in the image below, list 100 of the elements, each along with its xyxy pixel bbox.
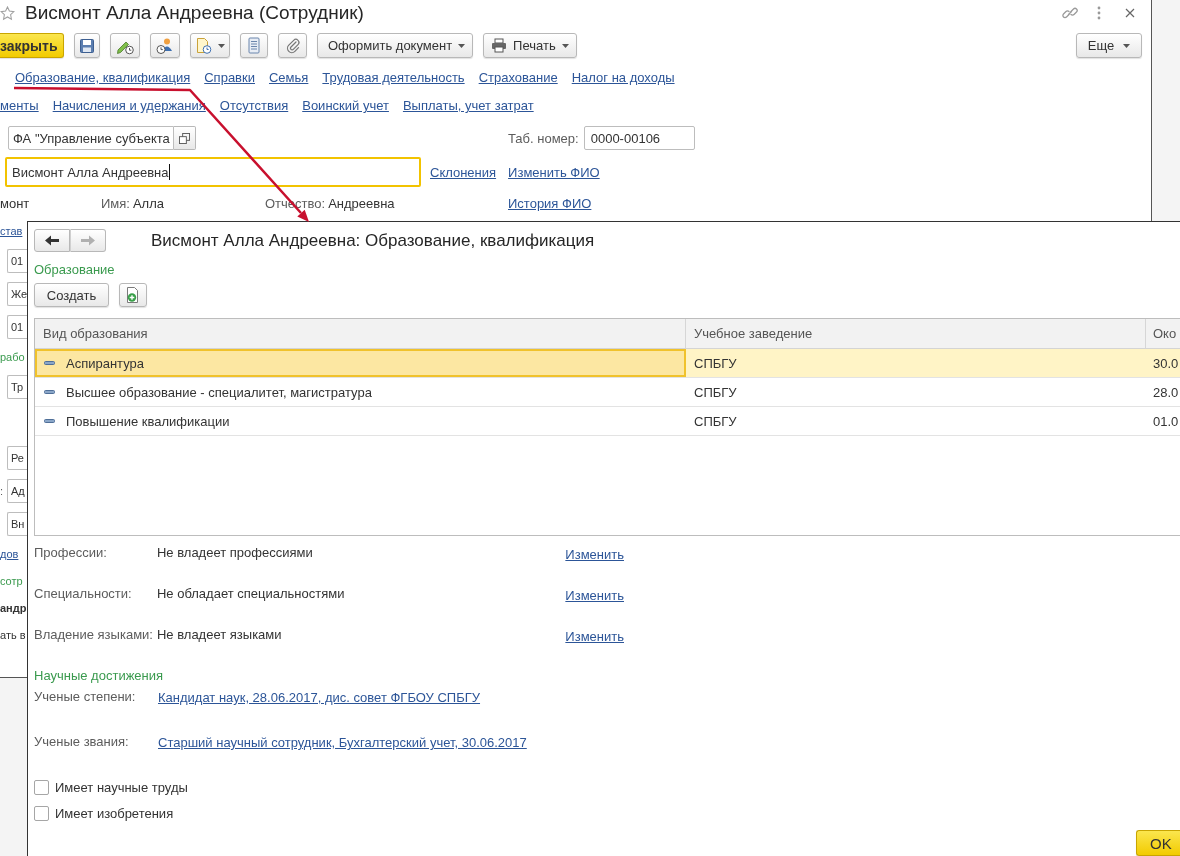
- table-row[interactable]: Высшее образование - специалитет, магистратура СПБГУ 28.0: [35, 378, 1180, 407]
- attach-button[interactable]: [278, 33, 307, 58]
- table-cell-text: 30.0: [1152, 354, 1180, 373]
- change-link[interactable]: Изменить: [565, 588, 624, 604]
- input-field[interactable]: Тр: [7, 375, 27, 399]
- section-link[interactable]: Налог на доходы: [571, 70, 675, 86]
- change-link[interactable]: Изменить: [565, 547, 624, 563]
- section-link[interactable]: Отсутствия: [219, 98, 289, 114]
- section-link[interactable]: менты: [0, 98, 39, 114]
- dash-icon: [44, 361, 55, 365]
- section-link[interactable]: Семья: [269, 70, 309, 86]
- table-cell-text: СПБГУ: [693, 354, 738, 373]
- paperclip-icon: [284, 37, 301, 54]
- column-header[interactable]: Око: [1146, 319, 1180, 348]
- table-cell-text: СПБГУ: [693, 412, 738, 431]
- name-field[interactable]: Висмонт Алла Андреевна: [5, 157, 421, 187]
- input-field[interactable]: 01: [7, 315, 27, 339]
- value-link[interactable]: Старший научный сотрудник, Бухгалтерский учет, 30.06.2017: [158, 735, 527, 751]
- caret-icon: [458, 43, 466, 48]
- section-heading: Научные достижения: [34, 668, 164, 684]
- section-link[interactable]: Трудовая деятельность: [322, 70, 465, 86]
- add-button[interactable]: [119, 283, 147, 307]
- link[interactable]: став: [0, 222, 23, 240]
- create-button[interactable]: Создать: [34, 283, 109, 307]
- field-value: Не владеет профессиями: [156, 545, 313, 561]
- more-button[interactable]: Еще: [1076, 33, 1142, 58]
- link[interactable]: Склонения: [430, 164, 497, 180]
- cell-text: Высшее образование - специалитет, магистратура: [66, 384, 372, 400]
- star-icon[interactable]: [0, 5, 15, 21]
- section-heading: Образование: [34, 262, 115, 278]
- table-cell-text: СПБГУ: [693, 383, 738, 402]
- person-clock-icon: [156, 36, 174, 55]
- save-button[interactable]: [74, 33, 100, 58]
- field-value: Алла: [132, 196, 164, 212]
- field-label: Ученые степени:: [34, 689, 136, 705]
- table-cell-text: 01.0: [1152, 412, 1180, 431]
- document-plus-icon: [126, 287, 140, 303]
- checkbox[interactable]: [34, 779, 49, 795]
- ok-button[interactable]: OK: [1136, 830, 1180, 856]
- input-field[interactable]: Ад: [7, 479, 27, 503]
- text-label: андр: [0, 601, 27, 616]
- field-label: Профессии:: [34, 545, 107, 561]
- input-field[interactable]: Вн: [7, 512, 27, 536]
- input-field[interactable]: 0000-00106: [583, 126, 695, 150]
- window-title: Висмонт Алла Андреевна (Сотрудник): [25, 1, 364, 25]
- field-label: Таб. номер:: [508, 130, 579, 146]
- field-value: Не обладает специальностями: [156, 586, 345, 602]
- table-row[interactable]: Повышение квалификации СПБГУ 01.0: [35, 407, 1180, 436]
- section-link[interactable]: Справки: [204, 70, 255, 86]
- dropdown-button[interactable]: [190, 33, 230, 58]
- printer-icon: [491, 38, 508, 53]
- table-row[interactable]: Аспирантура СПБГУ 30.0: [35, 349, 1180, 378]
- section-heading: сотр: [0, 574, 23, 589]
- field-value: Не владеет языками: [156, 627, 282, 643]
- dash-icon: [44, 419, 55, 423]
- section-link[interactable]: Начисления и удержания: [52, 98, 206, 114]
- document-clock-icon: [195, 37, 212, 54]
- link[interactable]: дов: [0, 545, 19, 563]
- dialog-title: Висмонт Алла Андреевна: Образование, квалификация: [151, 229, 595, 252]
- toolbar-button[interactable]: [150, 33, 180, 58]
- save-close-button[interactable]: закрыть: [0, 33, 64, 58]
- document-button[interactable]: Оформить документ: [317, 33, 474, 58]
- back-button[interactable]: [34, 229, 70, 252]
- link[interactable]: История ФИО: [508, 196, 592, 212]
- link-icon[interactable]: [1062, 5, 1078, 21]
- squares-icon: [179, 132, 190, 144]
- checkbox[interactable]: [34, 805, 49, 821]
- organization-field[interactable]: ФА "Управление субъекта: [8, 126, 174, 150]
- field-label: Имя:: [101, 196, 130, 212]
- checkbox-label: Имеет научные труды: [55, 779, 188, 795]
- input-field[interactable]: Ре: [7, 446, 27, 470]
- section-link[interactable]: Образование, квалификация: [15, 70, 191, 86]
- text-cursor-icon: [169, 164, 171, 180]
- section-link[interactable]: Воинский учет: [302, 98, 389, 114]
- dash-icon: [44, 390, 55, 394]
- print-button[interactable]: Печать: [483, 33, 577, 58]
- caret-icon: [218, 43, 225, 48]
- field-label: Ученые звания:: [34, 734, 129, 750]
- table-cell-text: 28.0: [1152, 383, 1180, 402]
- input-field[interactable]: Же: [7, 282, 27, 306]
- section-link[interactable]: Выплаты, учет затрат: [402, 98, 534, 114]
- toolbar-button[interactable]: [240, 33, 268, 58]
- checkbox-label: Имеет изобретения: [55, 805, 174, 821]
- section-link[interactable]: Страхование: [478, 70, 558, 86]
- field-label: :: [0, 484, 5, 499]
- more-icon[interactable]: [1097, 6, 1101, 20]
- input-field[interactable]: 01: [7, 249, 27, 273]
- change-link[interactable]: Изменить: [565, 629, 624, 645]
- section-heading: рабо: [0, 350, 25, 365]
- toolbar-button[interactable]: [110, 33, 140, 58]
- column-header[interactable]: Учебное заведение: [686, 319, 1146, 348]
- close-icon[interactable]: [1125, 8, 1135, 18]
- list-icon: [248, 37, 260, 54]
- column-header[interactable]: Вид образования: [35, 319, 686, 348]
- link[interactable]: Изменить ФИО: [508, 164, 600, 180]
- field-label: Владение языками:: [34, 627, 153, 643]
- caret-icon: [561, 43, 569, 48]
- value-link[interactable]: Кандидат наук, 28.06.2017, дис. совет ФГБОУ СПБГУ: [158, 690, 481, 706]
- caret-icon: [1123, 43, 1131, 48]
- open-button[interactable]: [174, 126, 196, 150]
